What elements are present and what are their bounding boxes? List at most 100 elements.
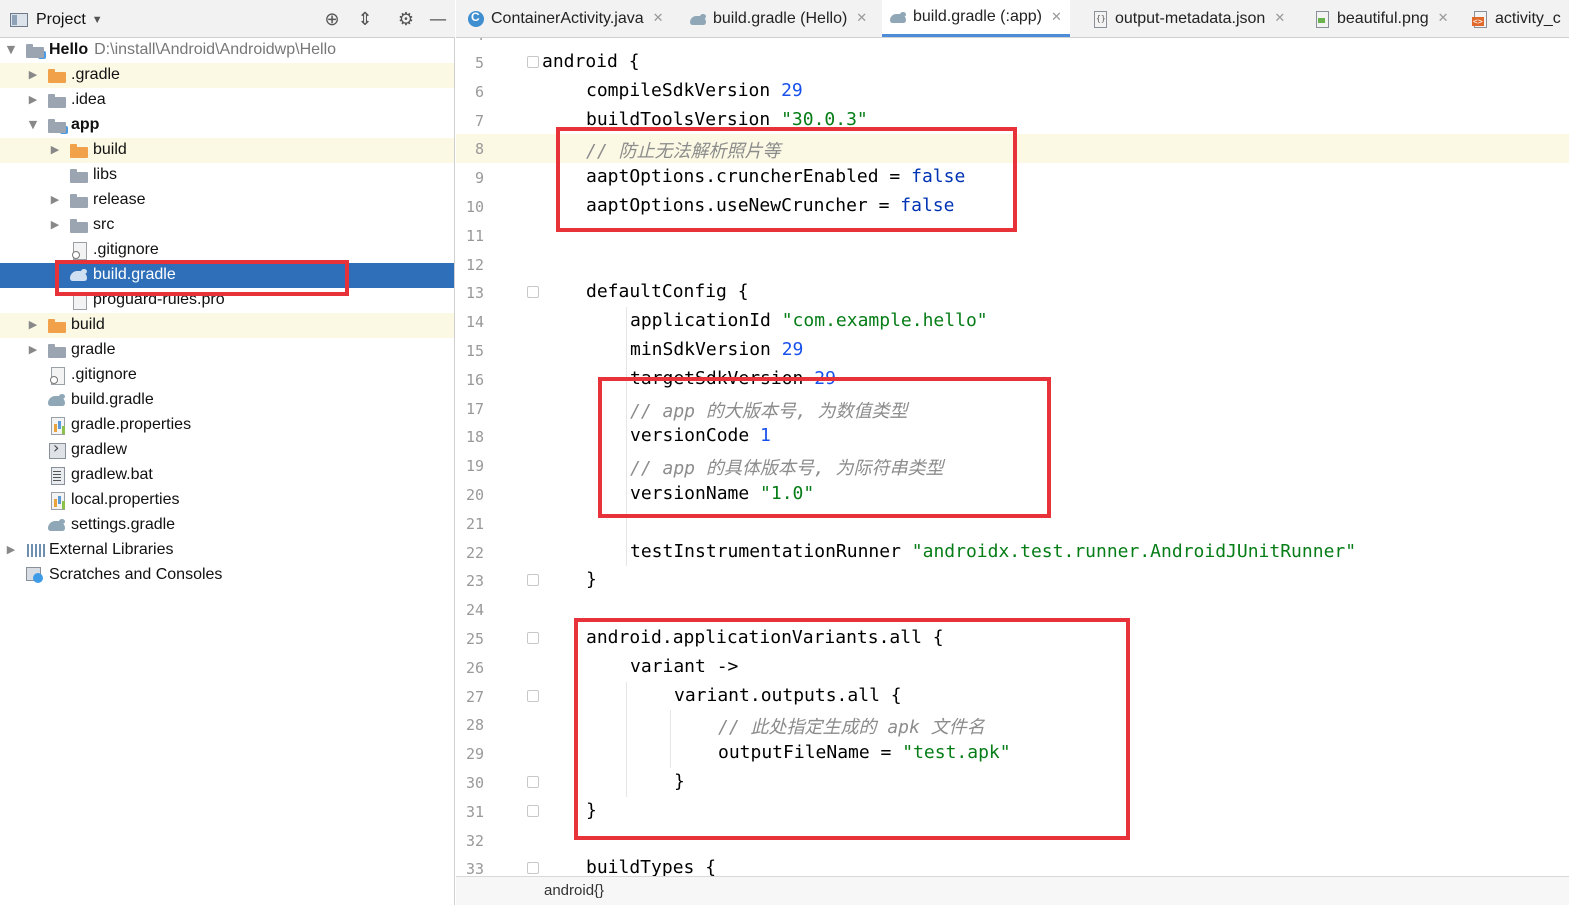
fold-marker-icon[interactable] xyxy=(527,776,539,788)
collapse-all-icon[interactable]: ⇕ xyxy=(354,8,376,30)
code-line[interactable]: 13 defaultConfig { xyxy=(456,278,1569,307)
fold-marker-icon[interactable] xyxy=(527,632,539,644)
tree-item[interactable]: gradle.properties xyxy=(0,413,454,438)
code-line[interactable]: 20 versionName "1.0" xyxy=(456,480,1569,509)
editor-tab[interactable]: output-metadata.json ✕ xyxy=(1084,0,1293,37)
editor-tab[interactable]: activity_c xyxy=(1464,0,1569,37)
tree-item[interactable]: ▶ src xyxy=(0,213,454,238)
project-view-selector[interactable]: Project ▼ xyxy=(10,9,103,31)
code-line[interactable]: 26 variant -> xyxy=(456,653,1569,682)
tree-item[interactable]: .gitignore xyxy=(0,238,454,263)
fold-marker-icon[interactable] xyxy=(527,574,539,587)
tree-item[interactable]: ▶ External Libraries xyxy=(0,538,454,563)
code-line[interactable]: 12 xyxy=(456,250,1569,279)
tree-item[interactable]: libs xyxy=(0,163,454,188)
expand-arrow-icon[interactable]: ▼ xyxy=(27,118,39,131)
collapse-arrow-icon[interactable]: ▶ xyxy=(27,93,39,106)
tree-item[interactable]: ▶ .gradle xyxy=(0,63,454,88)
tree-item[interactable]: ▶ build xyxy=(0,313,454,338)
tree-item[interactable]: gradlew.bat xyxy=(0,463,454,488)
editor-tab-label: ContainerActivity.java xyxy=(491,9,644,27)
fold-marker-icon[interactable] xyxy=(527,286,539,299)
code-line[interactable]: 15 minSdkVersion 29 xyxy=(456,336,1569,365)
tree-item[interactable]: ▼ app xyxy=(0,113,454,138)
close-icon[interactable]: ✕ xyxy=(1438,11,1449,26)
code-line[interactable]: 18 versionCode 1 xyxy=(456,422,1569,451)
project-path: D:\install\Android\Androidwp\Hello xyxy=(94,41,337,58)
collapse-arrow-icon[interactable]: ▶ xyxy=(27,318,39,331)
code-text: minSdkVersion 29 xyxy=(630,339,803,360)
close-icon[interactable]: ✕ xyxy=(1274,11,1285,26)
code-line[interactable]: 11 xyxy=(456,221,1569,250)
code-line[interactable]: 23} xyxy=(456,566,1569,595)
tree-item[interactable]: ▶ build xyxy=(0,138,454,163)
code-line[interactable]: 10 aaptOptions.useNewCruncher = false xyxy=(456,192,1569,221)
collapse-arrow-icon[interactable]: ▶ xyxy=(49,193,61,206)
code-line[interactable]: 17 // app 的大版本号, 为数值类型 xyxy=(456,394,1569,423)
code-line[interactable]: 8 // 防止无法解析照片等 xyxy=(456,134,1569,164)
line-number: 14 xyxy=(465,313,484,332)
code-line[interactable]: 7 buildToolsVersion "30.0.3" xyxy=(456,106,1569,135)
tree-item[interactable]: ▶ gradle xyxy=(0,338,454,363)
fold-marker-icon[interactable] xyxy=(527,804,539,817)
collapse-arrow-icon[interactable]: ▶ xyxy=(27,343,39,356)
code-line[interactable]: 9 aaptOptions.cruncherEnabled = false xyxy=(456,163,1569,192)
code-line[interactable]: 29 outputFileName = "test.apk" xyxy=(456,739,1569,768)
gear-icon[interactable]: ⚙ xyxy=(395,8,417,30)
line-number: 4 xyxy=(456,38,484,44)
collapse-arrow-icon[interactable]: ▶ xyxy=(27,68,39,81)
code-text: versionCode 1 xyxy=(630,425,771,446)
code-line[interactable]: 19 // app 的具体版本号, 为际符串类型 xyxy=(456,451,1569,480)
code-line[interactable]: 32 xyxy=(456,826,1569,855)
chevron-down-icon[interactable]: ▼ xyxy=(92,14,103,26)
code-line[interactable]: 6 compileSdkVersion 29 xyxy=(456,77,1569,106)
editor-tab[interactable]: build.gradle (Hello) ✕ xyxy=(682,0,875,37)
line-number: 28 xyxy=(465,716,484,735)
tree-item[interactable]: ▼ Hello D:\install\Android\Androidwp\Hello xyxy=(0,38,454,63)
code-line[interactable]: 33 buildTypes { xyxy=(456,854,1569,876)
line-number: 9 xyxy=(474,169,484,188)
fold-marker-icon[interactable] xyxy=(527,862,539,875)
tree-item[interactable]: local.properties xyxy=(0,488,454,513)
close-icon[interactable]: ✕ xyxy=(856,11,867,26)
breadcrumb[interactable]: android{} xyxy=(544,882,604,899)
code-line[interactable]: 25 android.applicationVariants.all { xyxy=(456,624,1569,653)
code-line[interactable]: 30} xyxy=(456,768,1569,797)
editor-tab[interactable]: beautiful.png ✕ xyxy=(1306,0,1457,37)
tree-item[interactable]: ▶ release xyxy=(0,188,454,213)
close-icon[interactable]: ✕ xyxy=(653,11,664,26)
collapse-arrow-icon[interactable]: ▶ xyxy=(5,543,17,556)
locate-file-icon[interactable]: ⊕ xyxy=(321,8,343,30)
code-line[interactable]: 16 targetSdkVersion 29 xyxy=(456,365,1569,394)
code-line[interactable]: 28 // 此处指定生成的 apk 文件名 xyxy=(456,710,1569,739)
collapse-arrow-icon[interactable]: ▶ xyxy=(49,143,61,156)
code-editor[interactable]: 4 5 android {6 compileSdkVersion 29 7 buildT… xyxy=(456,38,1569,876)
json-file-icon xyxy=(1092,10,1108,28)
code-line[interactable]: 21 xyxy=(456,509,1569,538)
tree-item[interactable]: settings.gradle xyxy=(0,513,454,538)
hide-panel-icon[interactable]: — xyxy=(427,8,449,30)
tree-item[interactable]: build.gradle xyxy=(0,263,454,288)
code-line[interactable]: 5 android { xyxy=(456,48,1569,77)
editor-tab[interactable]: ContainerActivity.java ✕ xyxy=(460,0,672,37)
code-line[interactable]: 14 applicationId "com.example.hello" xyxy=(456,307,1569,336)
tree-item[interactable]: ▶ .idea xyxy=(0,88,454,113)
code-line[interactable]: 22 testInstrumentationRunner "androidx.te… xyxy=(456,538,1569,567)
tree-item[interactable]: gradlew xyxy=(0,438,454,463)
tree-item[interactable]: .gitignore xyxy=(0,363,454,388)
code-line[interactable]: 27 variant.outputs.all { xyxy=(456,682,1569,711)
tree-item[interactable]: proguard-rules.pro xyxy=(0,288,454,313)
close-icon[interactable]: ✕ xyxy=(1051,10,1062,25)
code-line[interactable]: 24 xyxy=(456,595,1569,624)
fold-marker-icon[interactable] xyxy=(527,56,539,68)
code-token: applicationId xyxy=(630,310,782,332)
expand-arrow-icon[interactable]: ▼ xyxy=(5,43,17,56)
code-line[interactable]: 31} xyxy=(456,797,1569,826)
collapse-arrow-icon[interactable]: ▶ xyxy=(49,218,61,231)
tree-item[interactable]: build.gradle xyxy=(0,388,454,413)
editor-tab[interactable]: build.gradle (:app) ✕ xyxy=(882,0,1070,37)
tree-item-label: gradlew xyxy=(71,441,127,459)
fold-marker-icon[interactable] xyxy=(527,689,539,702)
batch-file-icon xyxy=(48,467,66,485)
tree-item[interactable]: Scratches and Consoles xyxy=(0,563,454,588)
